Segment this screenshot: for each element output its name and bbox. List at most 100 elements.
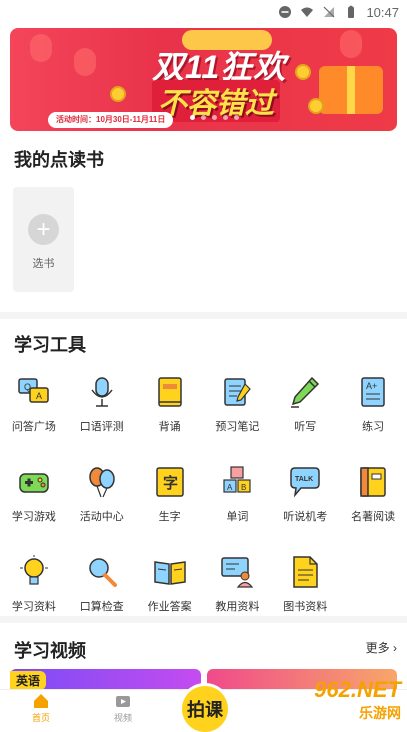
svg-text:A: A bbox=[227, 483, 233, 492]
open-book-icon bbox=[150, 552, 190, 592]
gamepad-icon bbox=[14, 462, 54, 502]
more-videos-link[interactable]: 更多 › bbox=[366, 639, 397, 656]
videos-title: 学习视频 bbox=[14, 641, 86, 661]
tool-preview-notes[interactable]: 预习笔记 bbox=[204, 372, 272, 434]
tools-grid: QA 问答广场 口语评测 背诵 预习笔记 听写 A+ 练习 学习游戏 活动中心 … bbox=[0, 372, 407, 614]
character-card-icon: 字 bbox=[150, 462, 190, 502]
tools-title: 学习工具 bbox=[14, 335, 86, 355]
battery-icon bbox=[348, 5, 355, 18]
talk-bubble-icon: TALK bbox=[285, 462, 325, 502]
watermark-line1: 962.NET bbox=[314, 677, 401, 702]
svg-text:字: 字 bbox=[163, 474, 178, 492]
svg-text:Q: Q bbox=[24, 382, 31, 392]
tool-new-characters[interactable]: 字 生字 bbox=[136, 462, 204, 524]
tab-label: 首页 bbox=[31, 712, 50, 723]
lantern-decoration bbox=[340, 30, 362, 58]
svg-text:A: A bbox=[36, 391, 42, 401]
book-icon bbox=[150, 372, 190, 412]
tool-listening-speaking-exam[interactable]: TALK 听说机考 bbox=[271, 462, 339, 524]
status-bar: 10:47 bbox=[0, 0, 407, 24]
tool-practice[interactable]: A+ 练习 bbox=[339, 372, 407, 434]
lantern-decoration bbox=[30, 34, 52, 62]
document-icon bbox=[285, 552, 325, 592]
tool-label: 单词 bbox=[226, 511, 249, 523]
tool-recite[interactable]: 背诵 bbox=[136, 372, 204, 434]
pencil-icon bbox=[285, 372, 325, 412]
pager-dot[interactable] bbox=[190, 115, 195, 120]
magnifier-icon bbox=[82, 552, 122, 592]
promo-banner[interactable]: 双11狂欢 不容错过 活动时间：10月30日-11月11日 bbox=[10, 28, 397, 131]
pager-dot[interactable] bbox=[223, 115, 228, 120]
exercise-sheet-icon: A+ bbox=[353, 372, 393, 412]
tab-label: 视频 bbox=[113, 712, 132, 723]
video-card[interactable]: 英语 bbox=[10, 669, 201, 690]
svg-text:B: B bbox=[241, 483, 246, 492]
banner-pager bbox=[190, 115, 239, 120]
tool-label: 生字 bbox=[158, 511, 181, 523]
coin-icon bbox=[110, 86, 126, 102]
tool-label: 口算检查 bbox=[79, 601, 124, 613]
more-label: 更多 bbox=[365, 641, 390, 655]
qa-bubbles-icon: QA bbox=[14, 372, 54, 412]
svg-text:TALK: TALK bbox=[295, 476, 313, 483]
no-signal-icon bbox=[324, 6, 335, 18]
tool-label: 学习资料 bbox=[11, 601, 56, 613]
capture-button[interactable]: 拍课 bbox=[182, 686, 228, 732]
video-tv-icon bbox=[116, 695, 130, 707]
clock: 10:47 bbox=[366, 4, 399, 20]
tool-label: 作业答案 bbox=[147, 601, 192, 613]
tool-label: 背诵 bbox=[158, 421, 181, 433]
notebook-pen-icon bbox=[217, 372, 257, 412]
tool-homework-answers[interactable]: 作业答案 bbox=[136, 552, 204, 614]
microphone-icon bbox=[82, 372, 122, 412]
teacher-board-icon bbox=[217, 552, 257, 592]
tool-learning-games[interactable]: 学习游戏 bbox=[0, 462, 68, 524]
wifi-icon bbox=[301, 7, 314, 17]
tool-label: 名著阅读 bbox=[351, 511, 396, 523]
lightbulb-icon bbox=[14, 552, 54, 592]
section-divider bbox=[0, 312, 407, 319]
plus-icon: + bbox=[28, 214, 59, 245]
tab-video[interactable]: 视频 bbox=[82, 690, 164, 725]
tool-book-materials[interactable]: 图书资料 bbox=[271, 552, 339, 614]
minus-circle-icon bbox=[279, 6, 292, 18]
home-icon bbox=[34, 693, 48, 708]
coin-icon bbox=[295, 64, 311, 80]
tool-label: 听写 bbox=[294, 421, 317, 433]
tool-label: 口语评测 bbox=[79, 421, 124, 433]
my-books-title: 我的点读书 bbox=[14, 150, 104, 170]
pager-dot[interactable] bbox=[201, 115, 206, 120]
section-divider bbox=[0, 616, 407, 623]
coin-icon bbox=[308, 98, 324, 114]
tool-mental-math-check[interactable]: 口算检查 bbox=[68, 552, 136, 614]
tool-qa-square[interactable]: QA 问答广场 bbox=[0, 372, 68, 434]
balloons-icon bbox=[82, 462, 122, 502]
subject-tag: 英语 bbox=[10, 671, 47, 690]
tool-label: 听说机考 bbox=[283, 511, 328, 523]
tool-classics-reading[interactable]: 名著阅读 bbox=[339, 462, 407, 524]
lantern-decoration bbox=[74, 48, 96, 76]
tool-label: 问答广场 bbox=[11, 421, 56, 433]
gift-box-icon bbox=[319, 66, 383, 114]
tool-teaching-materials[interactable]: 教用资料 bbox=[204, 552, 272, 614]
pager-dot[interactable] bbox=[234, 115, 239, 120]
tool-label: 教用资料 bbox=[215, 601, 260, 613]
chevron-right-icon: › bbox=[389, 641, 397, 655]
tool-label: 预习笔记 bbox=[215, 421, 260, 433]
banner-date: 活动时间：10月30日-11月11日 bbox=[48, 112, 174, 128]
add-book-button[interactable]: + 选书 bbox=[13, 187, 74, 292]
tool-label: 图书资料 bbox=[283, 601, 328, 613]
tool-label: 练习 bbox=[362, 421, 385, 433]
svg-text:A+: A+ bbox=[366, 381, 377, 391]
tab-home[interactable]: 首页 bbox=[0, 690, 82, 725]
tool-label: 学习游戏 bbox=[11, 511, 56, 523]
add-book-label: 选书 bbox=[32, 258, 55, 270]
tool-dictation[interactable]: 听写 bbox=[271, 372, 339, 434]
tool-oral-test[interactable]: 口语评测 bbox=[68, 372, 136, 434]
tool-label: 活动中心 bbox=[79, 511, 124, 523]
letter-blocks-icon: AB bbox=[217, 462, 257, 502]
pager-dot[interactable] bbox=[212, 115, 217, 120]
tool-words[interactable]: AB 单词 bbox=[204, 462, 272, 524]
tool-study-materials[interactable]: 学习资料 bbox=[0, 552, 68, 614]
tool-activity-center[interactable]: 活动中心 bbox=[68, 462, 136, 524]
